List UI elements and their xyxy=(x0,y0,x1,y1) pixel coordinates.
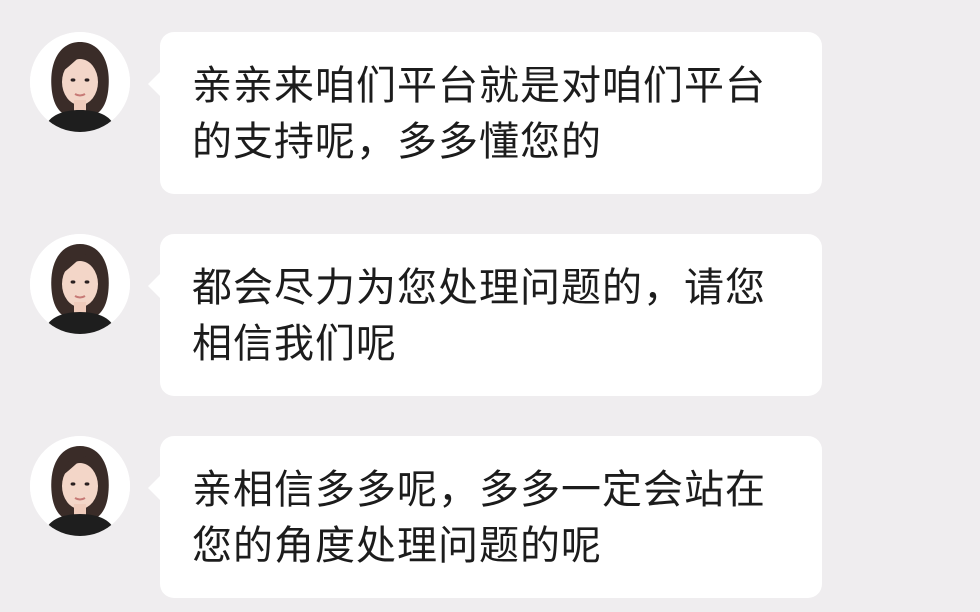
chat-message-list: 亲亲来咱们平台就是对咱们平台 的支持呢，多多懂您的 都会尽力为您处理问题的，请您… xyxy=(0,0,980,612)
message-text-line: 相信我们呢 xyxy=(192,321,397,367)
message-text-line: 亲相信多多呢，多多一定会站在 xyxy=(192,467,766,513)
message-text-line: 都会尽力为您处理问题的，请您 xyxy=(192,265,766,311)
message-text-line: 的支持呢，多多懂您的 xyxy=(192,119,602,165)
message-bubble[interactable]: 亲亲来咱们平台就是对咱们平台 的支持呢，多多懂您的 xyxy=(148,32,822,194)
message-bubble[interactable]: 都会尽力为您处理问题的，请您 相信我们呢 xyxy=(148,234,822,396)
agent-avatar-icon[interactable] xyxy=(30,436,130,536)
agent-avatar-icon[interactable] xyxy=(30,32,130,132)
message-text-line: 您的角度处理问题的呢 xyxy=(192,523,602,569)
agent-avatar-icon[interactable] xyxy=(30,234,130,334)
message-bubble[interactable]: 亲相信多多呢，多多一定会站在 您的角度处理问题的呢 xyxy=(148,436,822,598)
message-text-line: 亲亲来咱们平台就是对咱们平台 xyxy=(192,63,766,109)
